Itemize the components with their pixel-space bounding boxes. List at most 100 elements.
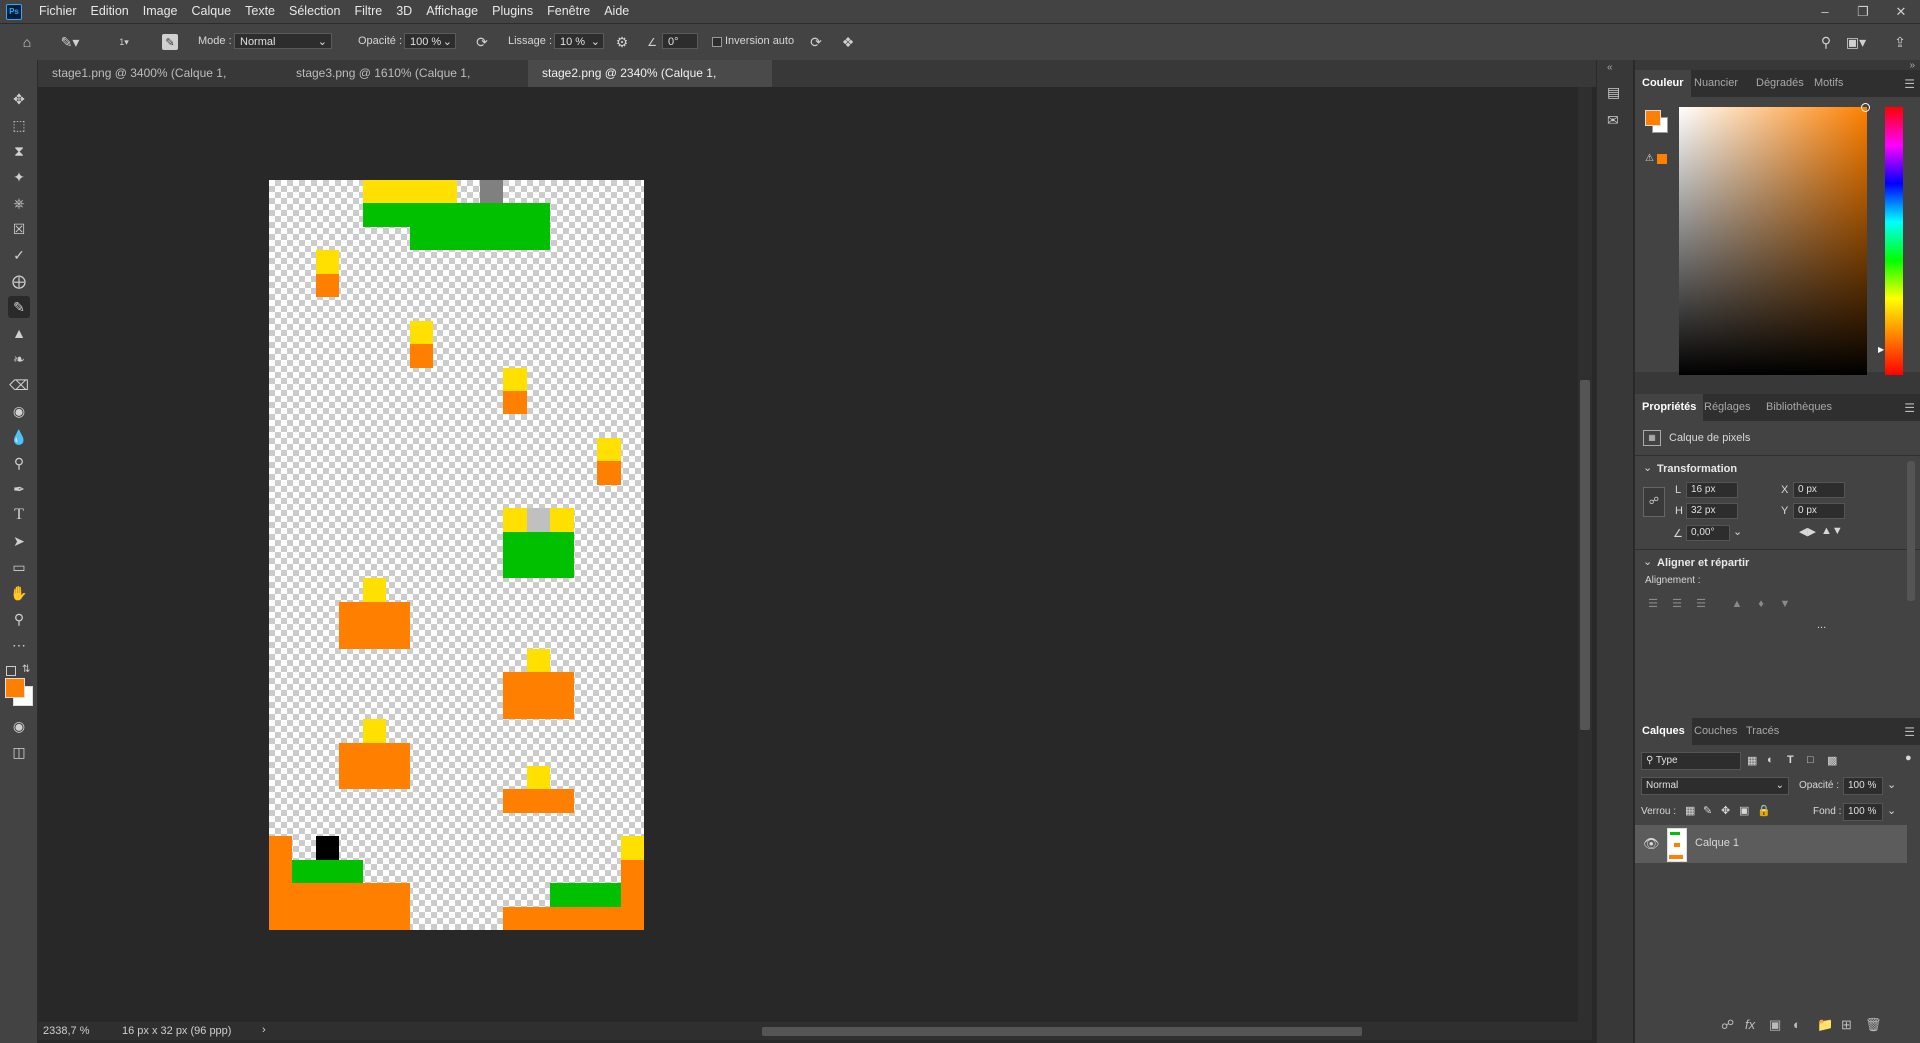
path-selection-icon[interactable]: ➤ [8,530,30,552]
rotation-input[interactable]: 0,00° [1686,525,1730,541]
more-options-icon[interactable]: ... [1817,619,1826,631]
screen-mode-icon[interactable]: ◫ [8,741,30,763]
chevron-down-icon[interactable]: ⌄ [1643,555,1652,568]
blend-mode-select[interactable]: Normal ⌄ [1641,777,1789,795]
panel-menu-icon[interactable]: ☰ [1904,725,1915,739]
marquee-tool-icon[interactable]: ⬚ [8,114,30,136]
new-layer-icon[interactable]: ⊞ [1841,1017,1852,1033]
tab-couches[interactable]: Couches [1687,718,1744,745]
dodge-tool-icon[interactable]: ⚲ [8,452,30,474]
tab-motifs[interactable]: Motifs [1807,70,1850,97]
crop-tool-icon[interactable]: ⎈ [8,192,30,214]
hue-slider-handle[interactable]: ▶ [1878,345,1884,354]
eyedropper-icon[interactable]: ✓ [8,244,30,266]
tab-stage1[interactable]: stage1.png @ 3400% (Calque 1, RVB/8#)✕ [38,60,282,107]
menu-filtre[interactable]: Filtre [347,0,389,23]
chevron-down-icon[interactable]: ⌄ [1887,778,1896,791]
adjustment-layer-icon[interactable]: ◐ [1793,1017,1801,1032]
align-bottom-icon[interactable]: ▼ [1777,596,1793,612]
zoom-level[interactable]: 2338,7 % [43,1025,89,1037]
color-picker-handle[interactable] [1861,103,1870,112]
opacity-input[interactable]: 100 % ⌄ [404,33,456,49]
tab-calques[interactable]: Calques [1635,718,1692,745]
new-group-icon[interactable]: 📁 [1817,1017,1833,1033]
layer-filter-select[interactable]: ⚲ Type [1641,752,1741,770]
panel-menu-icon[interactable]: ☰ [1904,401,1915,415]
tab-degrades[interactable]: Dégradés [1749,70,1811,97]
search-icon[interactable]: ⚲ [1816,32,1836,52]
menu-calque[interactable]: Calque [185,0,239,23]
frame-tool-icon[interactable]: ☒ [8,218,30,240]
move-tool-icon[interactable]: ✥ [8,88,30,110]
stamp-tool-icon[interactable]: ▲ [8,322,30,344]
vertical-scroll-thumb[interactable] [1580,380,1590,730]
chevron-right-icon[interactable]: › [262,1024,266,1036]
link-layers-icon[interactable]: ☍ [1721,1017,1734,1033]
mode-select[interactable]: Normal ⌄ [234,33,332,49]
type-tool-icon[interactable]: T [8,504,30,526]
filter-type-icon[interactable]: T [1787,754,1794,766]
tab-reglages[interactable]: Réglages [1697,394,1757,421]
document-canvas[interactable] [269,180,644,930]
menu-image[interactable]: Image [136,0,185,23]
brush-settings-icon[interactable]: ✎ [162,34,178,50]
hand-tool-icon[interactable]: ✋ [8,582,30,604]
tab-stage2[interactable]: stage2.png @ 2340% (Calque 1, RVB/8#)✕ [528,60,772,107]
lock-position-icon[interactable]: ✥ [1721,804,1730,817]
x-input[interactable]: 0 px [1793,482,1845,498]
angle-input[interactable]: 0° [662,33,698,49]
pen-tool-icon[interactable]: ✒ [8,478,30,500]
collapse-icon[interactable]: « [1607,62,1613,73]
align-right-icon[interactable]: ☰ [1693,596,1709,612]
restore-icon[interactable]: ❐ [1844,0,1882,23]
horizontal-scroll-thumb[interactable] [762,1027,1362,1036]
tab-bibliotheques[interactable]: Bibliothèques [1759,394,1839,421]
filter-shape-icon[interactable]: □ [1807,754,1814,766]
align-top-icon[interactable]: ▲ [1729,596,1745,612]
transform-title[interactable]: Transformation [1657,463,1737,475]
eye-icon[interactable]: 👁 [1643,836,1660,852]
gear-icon[interactable]: ⚙ [612,32,632,52]
more-tools-icon[interactable]: ⋯ [8,634,30,656]
pressure-size-icon[interactable]: ⟳ [806,32,826,52]
pencil-tool-preset-icon[interactable]: ✎▾ [60,32,80,52]
layer-opacity-input[interactable]: 100 % [1843,777,1883,795]
eraser-icon[interactable]: ⌫ [8,374,30,396]
pencil-tool-icon[interactable]: ✎ [8,296,30,318]
history-brush-icon[interactable]: ❧ [8,348,30,370]
history-panel-icon[interactable]: ▤ [1607,84,1620,101]
comments-panel-icon[interactable]: ✉ [1607,112,1619,129]
menu-aide[interactable]: Aide [597,0,636,23]
menu-selection[interactable]: Sélection [282,0,347,23]
width-input[interactable]: 16 px [1686,482,1738,498]
menu-fenetre[interactable]: Fenêtre [540,0,597,23]
flip-horizontal-icon[interactable]: ◀▶ [1799,525,1816,538]
menu-fichier[interactable]: Fichier [32,0,84,23]
tab-proprietes[interactable]: Propriétés [1635,394,1704,421]
lasso-tool-icon[interactable]: ⧗ [8,140,30,162]
layer-row[interactable]: 👁 Calque 1 [1635,825,1907,863]
filter-smart-object-icon[interactable]: ▩ [1827,754,1837,767]
lock-pixels-icon[interactable]: ✎ [1703,804,1712,817]
rectangle-tool-icon[interactable]: ▭ [8,556,30,578]
tab-couleur[interactable]: Couleur [1635,70,1691,97]
default-colors-icon[interactable] [6,666,16,676]
share-icon[interactable]: ⇪ [1890,32,1910,52]
smoothing-input[interactable]: 10 % ⌄ [554,33,604,49]
fill-input[interactable]: 100 % [1843,803,1883,821]
fx-icon[interactable]: fx [1745,1017,1755,1032]
blur-tool-icon[interactable]: 💧 [8,426,30,448]
brush-size-picker[interactable]: 1 ▾ [114,32,134,52]
link-icon[interactable]: ☍ [1643,487,1665,517]
symmetry-icon[interactable]: ❖ [838,32,858,52]
filter-adjustment-icon[interactable]: ◐ [1767,754,1774,766]
hue-slider[interactable] [1885,107,1903,375]
home-icon[interactable]: ⌂ [17,32,37,52]
y-input[interactable]: 0 px [1793,503,1845,519]
align-title[interactable]: Aligner et répartir [1657,557,1749,569]
menu-edition[interactable]: Edition [84,0,136,23]
magic-wand-icon[interactable]: ✦ [8,166,30,188]
add-mask-icon[interactable]: ▣ [1769,1017,1781,1033]
chevron-down-icon[interactable]: ⌄ [1733,525,1742,538]
pressure-opacity-icon[interactable]: ⟳ [472,32,492,52]
